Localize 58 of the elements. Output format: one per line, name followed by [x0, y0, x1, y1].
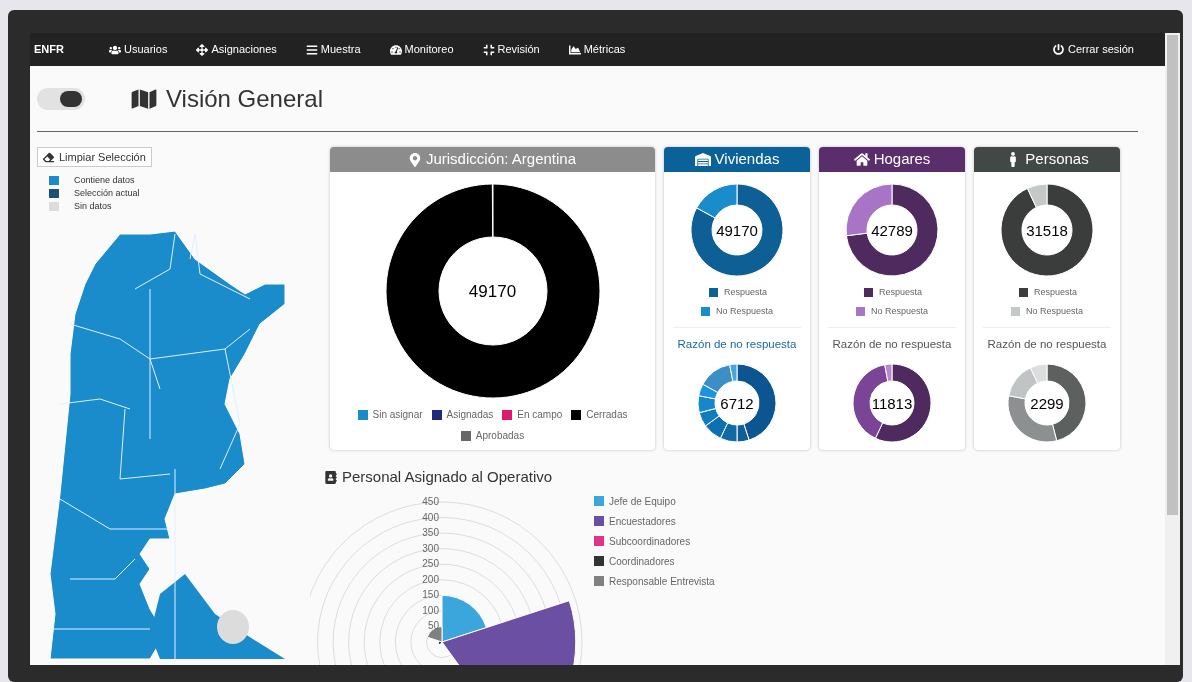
nav-link[interactable]: Métricas	[568, 41, 626, 58]
card-title: Jurisdicción: Argentina	[425, 149, 577, 170]
list-icon	[305, 43, 318, 56]
logout-link[interactable]: Cerrar sesión	[1052, 41, 1134, 58]
legend-label: Sin asignar	[372, 408, 423, 422]
legend-label: Selección actual	[74, 186, 140, 200]
map-icon	[131, 87, 157, 110]
nav-link[interactable]: Muestra	[305, 41, 361, 58]
legend-label: Contiene datos	[74, 173, 135, 187]
gauge-icon	[389, 43, 402, 56]
legend-label: Aprobadas	[475, 429, 525, 443]
legend-label: Encuestadores	[609, 514, 676, 529]
donut-center-value: 6712	[720, 395, 754, 411]
donut-center-value: 11813	[871, 395, 913, 411]
move-arrows-icon	[196, 43, 209, 56]
brand-label[interactable]: ENFR	[34, 41, 109, 58]
section-subtitle: Razón de no respuesta	[987, 337, 1107, 352]
nav-link[interactable]: Monitoreo	[389, 41, 454, 58]
frame-icon	[482, 43, 495, 56]
legend-label: Subcoordinadores	[609, 534, 691, 549]
map-pin-icon	[408, 152, 421, 167]
nav-link[interactable]: Asignaciones	[196, 41, 277, 58]
section-subtitle: Razón de no respuesta	[832, 337, 952, 352]
legend-label: Jefe de Equipo	[609, 494, 676, 509]
page-title: Visión General	[166, 83, 323, 114]
eraser-icon	[43, 151, 54, 163]
card-title: Viviendas	[714, 149, 780, 170]
nav-link[interactable]: Usuarios	[109, 41, 168, 58]
legend-label: No Respuesta	[870, 304, 928, 318]
legend-label: No Respuesta	[1025, 304, 1083, 318]
section-title: Personal Asignado al Operativo	[342, 467, 553, 487]
clear-selection-button[interactable]: Limpiar Selección	[37, 147, 152, 167]
legend-label: No Respuesta	[715, 304, 773, 318]
legend-label: Cerradas	[586, 408, 628, 422]
legend-label: Respuesta	[723, 286, 767, 299]
contact-card-icon	[325, 470, 337, 484]
legend-label: Coordinadores	[609, 554, 675, 569]
garage-icon	[694, 152, 711, 167]
donut-center-value: 42789	[871, 222, 913, 238]
donut-center-value: 49170	[716, 222, 758, 238]
home-icon	[853, 152, 870, 167]
donut-center-value: 2299	[1030, 395, 1064, 411]
legend-label: Respuesta	[878, 286, 922, 299]
card-title: Hogares	[873, 149, 931, 170]
power-icon	[1052, 44, 1064, 55]
users-icon	[109, 43, 121, 56]
legend-label: Responsable Entrevista	[609, 574, 715, 589]
card-title: Personas	[1025, 149, 1089, 170]
area-chart-icon	[568, 43, 581, 56]
legend-label: En campo	[517, 408, 563, 422]
legend-label: Sin datos	[74, 199, 112, 213]
donut-center-value: 49170	[468, 282, 517, 300]
donut-center-value: 31518	[1026, 222, 1068, 238]
nav-link[interactable]: Revisión	[482, 41, 540, 58]
legend-label: Respuesta	[1033, 286, 1077, 299]
section-subtitle: Razón de no respuesta	[677, 337, 797, 352]
toggle-switch[interactable]	[37, 87, 85, 110]
legend-label: Asignadas	[446, 408, 494, 422]
